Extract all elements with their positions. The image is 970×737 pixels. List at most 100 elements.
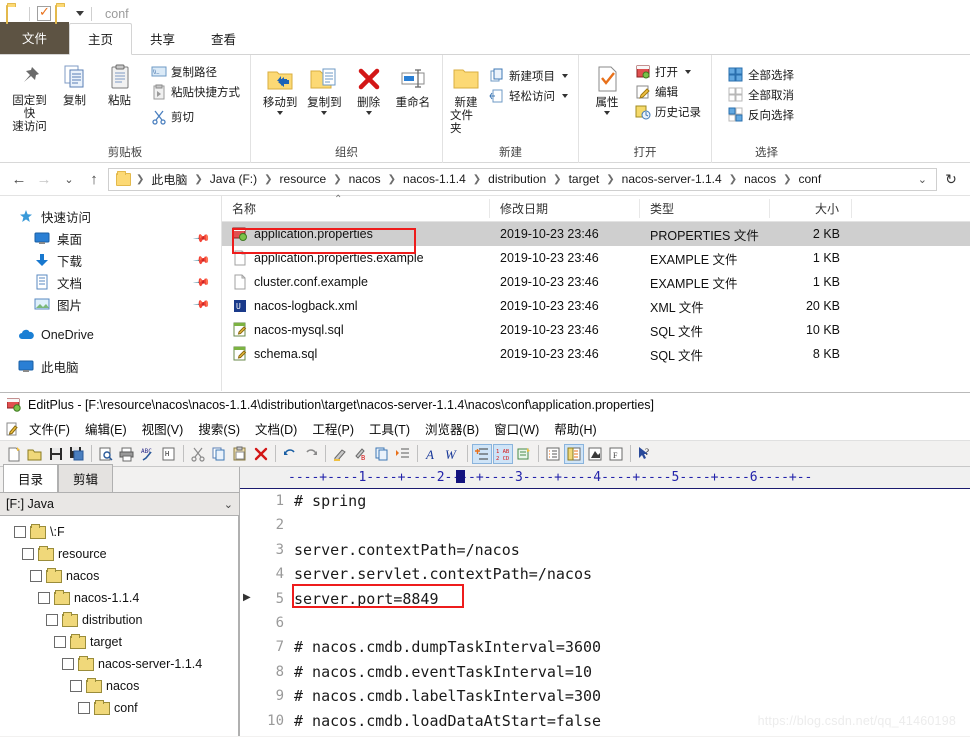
tree-item-nacos-2[interactable]: nacos	[0, 675, 238, 697]
tree-item-nacos[interactable]: nacos	[0, 565, 238, 587]
breadcrumb-item-nacos[interactable]: nacos	[344, 170, 386, 188]
tree-item-nacos-114[interactable]: nacos-1.1.4	[0, 587, 238, 609]
print-icon[interactable]	[117, 444, 137, 464]
invert-selection-button[interactable]: 反向选择	[725, 106, 797, 124]
highlight-icon[interactable]	[330, 444, 350, 464]
breadcrumb-item-this-pc[interactable]: 此电脑	[146, 169, 192, 190]
column-header-name[interactable]: 名称	[222, 199, 490, 218]
select-all-button[interactable]: 全部选择	[725, 66, 797, 84]
align-icon[interactable]	[472, 443, 492, 464]
breadcrumb-item-resource[interactable]: resource	[275, 170, 332, 188]
chevron-down-icon[interactable]	[562, 94, 568, 98]
column-header-size[interactable]: 大小	[770, 199, 852, 218]
tree-item-target[interactable]: target	[0, 631, 238, 653]
context-help-icon[interactable]: ?	[635, 444, 655, 464]
indent-icon[interactable]	[393, 444, 413, 464]
folder-icon[interactable]	[6, 4, 22, 24]
table-row[interactable]: application.properties 2019-10-23 23:46 …	[222, 222, 970, 246]
copy-button[interactable]: 复制	[52, 59, 97, 108]
pin-to-quick-access-button[interactable]: 固定到快 速访问	[7, 59, 52, 134]
paste-button[interactable]: 粘贴	[97, 59, 142, 108]
save-icon[interactable]	[46, 444, 66, 464]
menu-view[interactable]: 视图(V)	[135, 417, 191, 440]
chevron-down-icon[interactable]	[685, 70, 691, 74]
menu-help[interactable]: 帮助(H)	[547, 417, 603, 440]
sidebar-item-documents[interactable]: 文档 📌	[0, 271, 221, 293]
table-row[interactable]: U nacos-logback.xml 2019-10-23 23:46 XML…	[222, 294, 970, 318]
tree-item-nacos-server-114[interactable]: nacos-server-1.1.4	[0, 653, 238, 675]
redo-icon[interactable]	[301, 444, 321, 464]
pin-icon[interactable]: 📌	[193, 295, 212, 313]
menu-file[interactable]: 文件(F)	[22, 417, 77, 440]
expand-checkbox[interactable]	[22, 548, 34, 560]
chevron-down-icon[interactable]	[321, 111, 328, 115]
table-row[interactable]: schema.sql 2019-10-23 23:46 SQL 文件 8 KB	[222, 342, 970, 366]
refresh-icon[interactable]: ↻	[940, 168, 962, 190]
breadcrumb-item-java-f[interactable]: Java (F:)	[205, 170, 262, 188]
tree-item-conf[interactable]: conf	[0, 697, 238, 719]
copy-to-button[interactable]: 复制到	[302, 61, 346, 115]
menu-edit[interactable]: 编辑(E)	[78, 417, 134, 440]
expand-checkbox[interactable]	[78, 702, 90, 714]
breadcrumb[interactable]: ❯ 此电脑 ❯ Java (F:) ❯ resource ❯ nacos ❯ n…	[108, 167, 937, 191]
breadcrumb-item-nacos-server-114[interactable]: nacos-server-1.1.4	[617, 170, 727, 188]
tree-item-resource[interactable]: resource	[0, 543, 238, 565]
chevron-down-icon[interactable]	[562, 74, 568, 78]
menu-browser[interactable]: 浏览器(B)	[418, 417, 486, 440]
expand-checkbox[interactable]	[14, 526, 26, 538]
drive-selector[interactable]: [F:] Java ⌄	[0, 492, 239, 516]
code-area[interactable]: ▶ 1234567891011 # spring server.contextP…	[240, 489, 970, 736]
cut-button[interactable]: 剪切	[148, 108, 243, 126]
edit-button[interactable]: 编辑	[632, 83, 704, 101]
cut-icon[interactable]	[188, 444, 208, 464]
tree-item-root[interactable]: \:F	[0, 521, 238, 543]
copy-path-button[interactable]: \\.. 复制路径	[148, 63, 243, 81]
up-arrow-icon[interactable]: ↑	[83, 168, 105, 190]
new-document-icon[interactable]	[4, 444, 24, 464]
word-wrap-icon[interactable]: W	[443, 444, 463, 464]
run-icon[interactable]	[585, 444, 605, 464]
chevron-down-icon[interactable]	[365, 111, 372, 115]
customize-qat-chevron-down-icon[interactable]	[76, 11, 84, 16]
column-header-type[interactable]: 类型	[640, 199, 770, 218]
tab-share[interactable]: 共享	[132, 24, 193, 54]
breakpoint-gutter[interactable]: ▶	[240, 489, 254, 736]
output-window-icon[interactable]	[543, 444, 563, 464]
properties-button[interactable]: 属性	[586, 61, 628, 115]
spell-check-icon[interactable]: ABC	[138, 444, 158, 464]
open-button[interactable]: 打开	[632, 63, 704, 81]
expand-checkbox[interactable]	[70, 680, 82, 692]
expand-checkbox[interactable]	[62, 658, 74, 670]
move-to-button[interactable]: 移动到	[258, 61, 302, 115]
sidebar-item-pictures[interactable]: 图片 📌	[0, 293, 221, 315]
sidebar-item-downloads[interactable]: 下载 📌	[0, 249, 221, 271]
breadcrumb-chevron-down-icon[interactable]: ⌄	[913, 173, 932, 186]
select-none-button[interactable]: 全部取消	[725, 86, 797, 104]
breadcrumb-item-distribution[interactable]: distribution	[483, 170, 551, 188]
paste-shortcut-button[interactable]: 粘贴快捷方式	[148, 83, 243, 101]
menu-tools[interactable]: 工具(T)	[362, 417, 417, 440]
duplicate-icon[interactable]	[372, 444, 392, 464]
expand-checkbox[interactable]	[46, 614, 58, 626]
paste-icon[interactable]	[230, 444, 250, 464]
template-icon[interactable]	[514, 444, 534, 464]
table-row[interactable]: application.properties.example 2019-10-2…	[222, 246, 970, 270]
breadcrumb-item-nacos-114[interactable]: nacos-1.1.4	[398, 170, 471, 188]
menu-project[interactable]: 工程(P)	[305, 417, 361, 440]
menu-document[interactable]: 文档(D)	[248, 417, 304, 440]
chevron-down-icon[interactable]	[277, 111, 284, 115]
column-header-date[interactable]: 修改日期	[490, 199, 640, 218]
table-row[interactable]: cluster.conf.example 2019-10-23 23:46 EX…	[222, 270, 970, 294]
forward-arrow-icon[interactable]: →	[33, 168, 55, 190]
chevron-down-icon[interactable]: ⌄	[224, 498, 233, 511]
menu-window[interactable]: 窗口(W)	[487, 417, 546, 440]
rename-button[interactable]: 重命名	[391, 61, 435, 110]
save-all-icon[interactable]	[67, 444, 87, 464]
menu-search[interactable]: 搜索(S)	[191, 417, 247, 440]
tree-item-distribution[interactable]: distribution	[0, 609, 238, 631]
breadcrumb-item-nacos-2[interactable]: nacos	[739, 170, 781, 188]
pin-icon[interactable]: 📌	[193, 273, 212, 291]
code-text[interactable]: # spring server.contextPath=/nacos serve…	[288, 489, 970, 736]
expand-checkbox[interactable]	[30, 570, 42, 582]
code-editor[interactable]: ----+----1----+----2----+----3----+----4…	[240, 467, 970, 736]
